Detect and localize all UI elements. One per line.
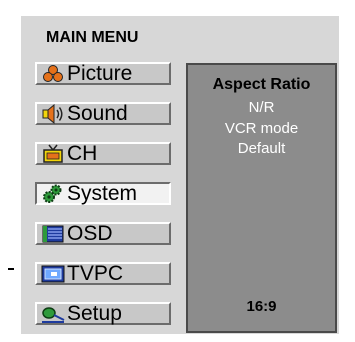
aspect-ratio-panel: Aspect Ratio N/R VCR mode Default 16:9: [186, 63, 337, 333]
menu-item-ch[interactable]: CH: [35, 142, 171, 165]
option-default[interactable]: Default: [188, 140, 335, 157]
menu-item-sound[interactable]: Sound: [35, 102, 171, 125]
menu-item-label: Picture: [67, 61, 133, 85]
osd-lines-icon: [40, 224, 66, 244]
option-vcr-mode[interactable]: VCR mode: [188, 120, 335, 137]
setup-icon: [40, 304, 66, 324]
menu-item-label: OSD: [67, 221, 113, 245]
aspect-ratio-value: 16:9: [246, 298, 277, 315]
menu-item-label: CH: [67, 141, 98, 165]
menu-item-system[interactable]: System: [35, 182, 171, 205]
menu-item-tvpc[interactable]: TVPC: [35, 262, 171, 285]
tv-antenna-icon: [40, 144, 66, 164]
menu-item-label: Setup: [67, 301, 122, 325]
menu-item-setup[interactable]: Setup: [35, 302, 171, 325]
menu-item-label: System: [67, 181, 138, 205]
option-nr[interactable]: N/R: [188, 99, 335, 116]
speaker-icon: [40, 103, 66, 124]
menu-title: MAIN MENU: [46, 29, 139, 46]
picture-icon: [40, 64, 66, 84]
menu-item-label: TVPC: [67, 261, 124, 285]
menu-item-picture[interactable]: Picture: [35, 62, 171, 85]
menu-item-label: Sound: [67, 101, 128, 125]
edge-marker: [8, 268, 14, 270]
submenu-title: Aspect Ratio: [212, 76, 311, 93]
gears-icon: [40, 184, 66, 204]
menu-item-osd[interactable]: OSD: [35, 222, 171, 245]
monitor-icon: [40, 264, 66, 284]
